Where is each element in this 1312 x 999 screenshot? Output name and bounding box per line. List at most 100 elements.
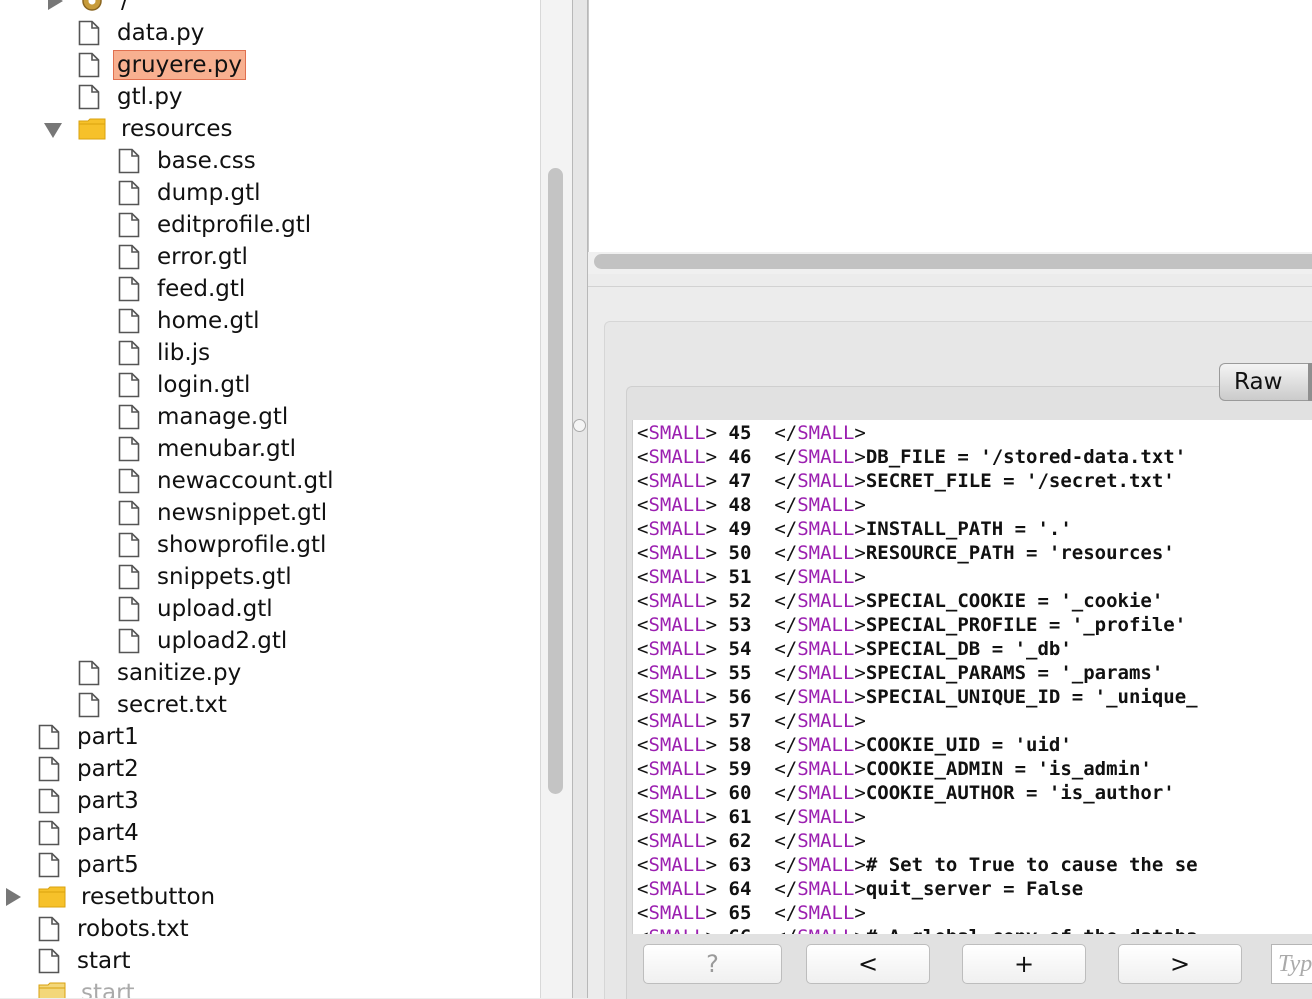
tree-item[interactable]: manage.gtl — [118, 402, 291, 432]
disclosure-triangle[interactable] — [44, 123, 62, 138]
markup-punctuation: </ — [751, 758, 798, 780]
line-number: 47 — [728, 470, 752, 492]
tree-item[interactable]: newaccount.gtl — [118, 466, 337, 496]
line-number: 60 — [728, 782, 752, 804]
tree-item[interactable]: / — [78, 0, 132, 16]
code-line: <SMALL> 58 </SMALL>COOKIE_UID = 'uid' — [637, 733, 1072, 757]
markup-tag: SMALL — [797, 566, 855, 588]
tree-item[interactable]: part3 — [38, 786, 142, 816]
line-number: 66 — [729, 926, 752, 934]
tree-item-label: part1 — [77, 724, 139, 750]
source-text: SPECIAL_DB = '_db' — [865, 638, 1072, 660]
file-icon — [38, 756, 60, 782]
preview-scrollbar-thumb[interactable] — [594, 254, 1312, 269]
type-input[interactable]: Type — [1271, 944, 1312, 984]
markup-punctuation: </ — [751, 662, 798, 684]
raw-button[interactable]: Raw — [1219, 363, 1311, 401]
file-icon — [118, 372, 140, 398]
markup-punctuation: > — [705, 830, 729, 852]
tree-item[interactable]: newsnippet.gtl — [118, 498, 330, 528]
code-line: <SMALL> 51 </SMALL> — [637, 565, 866, 589]
code-line: <SMALL> 48 </SMALL> — [637, 493, 866, 517]
line-number: 63 — [728, 854, 752, 876]
tree-item[interactable]: dump.gtl — [118, 178, 264, 208]
file-tree[interactable]: / data.py gruyere.py gtl.py resources base.cs… — [0, 0, 540, 998]
tree-item[interactable]: resources — [78, 114, 235, 144]
markup-punctuation: < — [637, 470, 649, 492]
disclosure-triangle[interactable] — [48, 0, 63, 10]
tree-item-label: / — [121, 0, 129, 14]
code-line: <SMALL> 54 </SMALL>SPECIAL_DB = '_db' — [637, 637, 1072, 661]
tree-item[interactable]: resetbutton — [38, 882, 218, 912]
tree-item[interactable]: gtl.py — [78, 82, 186, 112]
tree-item[interactable]: error.gtl — [118, 242, 251, 272]
tree-item[interactable]: part5 — [38, 850, 142, 880]
markup-tag: SMALL — [648, 830, 706, 852]
help-button[interactable]: ? — [643, 944, 782, 984]
line-number: 57 — [728, 710, 752, 732]
tree-item[interactable]: data.py — [78, 18, 207, 48]
next-button-label: > — [1169, 950, 1191, 978]
tree-item-label: base.css — [157, 148, 256, 174]
tree-item-label: login.gtl — [157, 372, 251, 398]
code-view[interactable]: <SMALL> 45 </SMALL> <SMALL> 46 </SMALL>DB… — [632, 420, 1312, 934]
markup-tag: SMALL — [797, 710, 855, 732]
markup-punctuation: </ — [751, 878, 798, 900]
tree-item[interactable]: login.gtl — [118, 370, 253, 400]
markup-punctuation: > — [854, 494, 866, 516]
line-number: 59 — [728, 758, 752, 780]
next-button[interactable]: > — [1118, 944, 1242, 984]
tree-item[interactable]: home.gtl — [118, 306, 263, 336]
markup-punctuation: </ — [751, 806, 798, 828]
tree-item[interactable]: menubar.gtl — [118, 434, 299, 464]
markup-punctuation: > — [854, 614, 866, 636]
markup-punctuation: > — [705, 470, 729, 492]
tree-item[interactable]: lib.js — [118, 338, 213, 368]
markup-tag: SMALL — [648, 638, 706, 660]
markup-tag: SMALL — [797, 902, 855, 924]
tree-item[interactable]: upload2.gtl — [118, 626, 290, 656]
tree-item[interactable]: part1 — [38, 722, 142, 752]
tree-item[interactable]: robots.txt — [38, 914, 192, 944]
pane-splitter[interactable] — [572, 0, 588, 998]
markup-tag: SMALL — [648, 686, 706, 708]
line-number: 55 — [728, 662, 752, 684]
tree-item[interactable]: start — [38, 978, 138, 998]
markup-punctuation: > — [705, 710, 729, 732]
tree-item[interactable]: secret.txt — [78, 690, 230, 720]
file-icon — [78, 660, 100, 686]
markup-tag: SMALL — [648, 710, 706, 732]
markup-punctuation: > — [854, 590, 866, 612]
disclosure-triangle[interactable] — [6, 888, 21, 906]
tree-item[interactable]: feed.gtl — [118, 274, 248, 304]
markup-tag: SMALL — [797, 518, 855, 540]
tree-item[interactable]: snippets.gtl — [118, 562, 295, 592]
markup-punctuation: > — [705, 902, 729, 924]
markup-punctuation: > — [854, 566, 866, 588]
tree-item[interactable]: sanitize.py — [78, 658, 244, 688]
tree-item[interactable]: base.css — [118, 146, 259, 176]
previous-button[interactable]: < — [806, 944, 930, 984]
add-button-label: + — [1013, 950, 1035, 978]
line-number: 49 — [728, 518, 752, 540]
tree-item[interactable]: start — [38, 946, 134, 976]
markup-punctuation: < — [637, 806, 649, 828]
tree-item[interactable]: part2 — [38, 754, 142, 784]
markup-punctuation: > — [705, 590, 729, 612]
markup-tag: SMALL — [797, 686, 855, 708]
splitter-handle[interactable] — [573, 419, 586, 432]
file-icon — [78, 52, 100, 78]
tree-item[interactable]: gruyere.py — [78, 50, 247, 80]
tree-item[interactable]: part4 — [38, 818, 142, 848]
file-icon — [118, 628, 140, 654]
tree-scrollbar-thumb[interactable] — [548, 168, 563, 794]
tree-item[interactable]: showprofile.gtl — [118, 530, 329, 560]
markup-punctuation: </ — [751, 686, 798, 708]
source-text: SPECIAL_PROFILE = '_profile' — [865, 614, 1187, 636]
markup-tag: SMALL — [648, 422, 706, 444]
tree-item[interactable]: editprofile.gtl — [118, 210, 314, 240]
add-button[interactable]: + — [962, 944, 1086, 984]
code-line: <SMALL> 45 </SMALL> — [637, 421, 866, 445]
tree-item[interactable]: upload.gtl — [118, 594, 276, 624]
markup-punctuation: </ — [751, 590, 798, 612]
